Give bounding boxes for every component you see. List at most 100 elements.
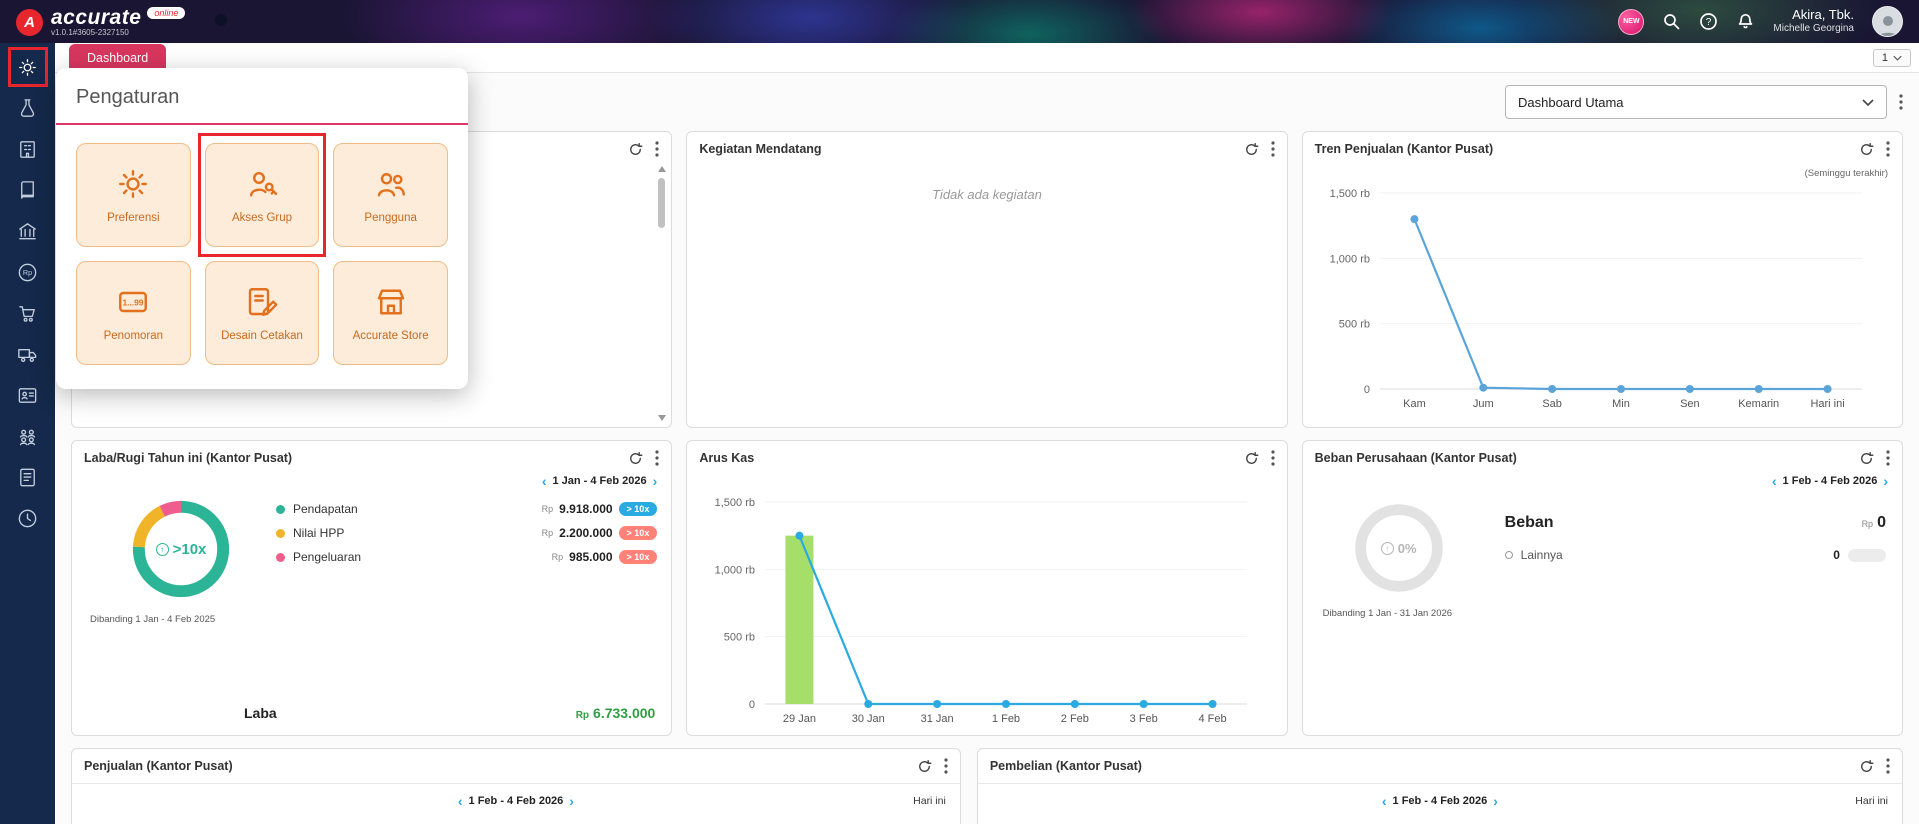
sidebar-item-company[interactable]: [16, 137, 40, 161]
scroll-down-arrow[interactable]: [658, 415, 667, 421]
cart-icon: [19, 305, 35, 322]
scroll-up-arrow[interactable]: [658, 166, 667, 172]
svg-text:0: 0: [749, 699, 755, 711]
kebab-icon[interactable]: [655, 141, 659, 157]
beban-heading: Beban: [1504, 514, 1554, 531]
prev-period-chevron[interactable]: ‹: [1382, 794, 1387, 808]
sidebar-item-assets[interactable]: [16, 219, 40, 243]
refresh-icon[interactable]: [628, 142, 643, 157]
pengaturan-popup: Pengaturan Preferensi Akses Grup Penggun…: [56, 68, 468, 389]
legend-value: 2.200.000: [559, 526, 613, 540]
svg-text:?: ?: [1706, 17, 1712, 28]
kebab-icon[interactable]: [1271, 450, 1275, 466]
kebab-icon[interactable]: [1271, 141, 1275, 157]
kebab-icon[interactable]: [944, 758, 948, 774]
notifications-bell-icon[interactable]: [1736, 12, 1755, 31]
currency-prefix: Rp: [541, 504, 554, 514]
widget-scrollbar: [656, 166, 668, 421]
ratio-badge[interactable]: > 10x: [618, 502, 658, 516]
sidebar-item-settings[interactable]: [7, 47, 48, 87]
svg-text:Jum: Jum: [1473, 398, 1494, 410]
widget-tren-penjualan: Tren Penjualan (Kantor Pusat) (Seminggu …: [1301, 131, 1903, 428]
trend-icon: ↑: [1380, 541, 1394, 555]
settings-menu-penomoran[interactable]: 1...99 Penomoran: [76, 261, 191, 365]
svg-text:1,000 rb: 1,000 rb: [715, 564, 755, 576]
settings-menu-pengguna[interactable]: Pengguna: [333, 143, 448, 247]
help-icon[interactable]: ?: [1699, 12, 1718, 31]
date-range: ‹ 1 Feb - 4 Feb 2026 ›: [1382, 794, 1498, 808]
next-period-chevron[interactable]: ›: [1493, 794, 1498, 808]
currency-icon: Rp: [18, 263, 37, 281]
refresh-icon[interactable]: [1859, 451, 1874, 466]
dashboard-kebab-icon[interactable]: [1899, 94, 1903, 110]
search-icon[interactable]: [1662, 12, 1681, 31]
prev-period-chevron[interactable]: ‹: [1772, 474, 1777, 488]
accurate-logo[interactable]: A: [16, 9, 43, 36]
next-period-chevron[interactable]: ›: [1883, 474, 1888, 488]
ratio-badge[interactable]: > 10x: [618, 550, 658, 564]
settings-menu-desain-cetakan[interactable]: Desain Cetakan: [204, 261, 320, 365]
sidebar: Rp: [0, 43, 55, 824]
next-period-chevron[interactable]: ›: [569, 794, 574, 808]
total-label: Laba: [244, 705, 277, 721]
sidebar-item-delivery[interactable]: [16, 342, 40, 366]
topbar: A accurate online v1.0.1#3605-2327150 NE…: [0, 0, 1919, 43]
chevron-down-icon: [1862, 98, 1874, 106]
trend-up-icon: ↑: [155, 542, 169, 556]
svg-text:Kemarin: Kemarin: [1739, 398, 1780, 410]
users-icon: [377, 173, 405, 197]
kebab-icon[interactable]: [1886, 450, 1890, 466]
svg-text:1,500 rb: 1,500 rb: [1330, 188, 1370, 200]
widget-title: Tren Penjualan (Kantor Pusat): [1314, 142, 1494, 156]
tile-label: Accurate Store: [352, 330, 429, 342]
whats-new-icon[interactable]: NEW: [1618, 8, 1645, 35]
settings-menu-akses-grup[interactable]: Akses Grup: [204, 143, 320, 247]
sidebar-item-ledger[interactable]: [16, 178, 40, 202]
sidebar-item-cash[interactable]: Rp: [16, 260, 40, 284]
svg-text:30 Jan: 30 Jan: [852, 713, 885, 725]
prev-period-chevron[interactable]: ‹: [458, 794, 463, 808]
sidebar-item-products[interactable]: [16, 96, 40, 120]
sidebar-item-contacts[interactable]: [16, 383, 40, 407]
sidebar-item-history[interactable]: [16, 506, 40, 530]
svg-text:29 Jan: 29 Jan: [783, 713, 816, 725]
legend-dot: [276, 528, 285, 538]
numbering-icon: 1...99: [119, 291, 148, 313]
gear-icon: [119, 170, 148, 198]
sidebar-item-employees[interactable]: [16, 424, 40, 448]
kebab-icon[interactable]: [1886, 758, 1890, 774]
compare-period-label: Dibanding 1 Jan - 31 Jan 2026: [1322, 608, 1453, 619]
dashboard-selector[interactable]: Dashboard Utama: [1505, 85, 1887, 119]
legend-dot: [1504, 551, 1513, 559]
tab-count-control[interactable]: 1: [1872, 48, 1911, 67]
refresh-icon[interactable]: [628, 451, 643, 466]
refresh-icon[interactable]: [1244, 451, 1259, 466]
refresh-icon[interactable]: [917, 759, 932, 774]
next-period-chevron[interactable]: ›: [653, 474, 658, 488]
period-preset-label: Hari ini: [1855, 795, 1888, 807]
compare-period-label: Dibanding 1 Jan - 4 Feb 2025: [90, 614, 216, 625]
tile-label: Desain Cetakan: [221, 330, 303, 342]
kebab-icon[interactable]: [655, 450, 659, 466]
settings-menu-accurate-store[interactable]: Accurate Store: [333, 261, 448, 365]
scroll-thumb[interactable]: [658, 178, 666, 228]
ratio-badge[interactable]: > 10x: [618, 526, 658, 540]
avatar[interactable]: [1872, 6, 1903, 37]
kebab-icon[interactable]: [1886, 141, 1890, 157]
chevron-down-icon: [1893, 55, 1902, 61]
user-block: Akira, Tbk. Michelle Georgina: [1773, 7, 1854, 36]
date-range: ‹ 1 Feb - 4 Feb 2026 ›: [458, 794, 574, 808]
svg-text:Sab: Sab: [1543, 398, 1563, 410]
settings-menu-preferensi[interactable]: Preferensi: [76, 143, 191, 247]
user-name: Michelle Georgina: [1773, 23, 1854, 35]
arus-kas-chart: 0 500 rb 1,000 rb 1,500 rb 29 Jan 30 Jan 31 Ja…: [715, 497, 1247, 725]
sidebar-item-purchases[interactable]: [16, 301, 40, 325]
sidebar-item-reports[interactable]: [16, 465, 40, 489]
currency-prefix: Rp: [551, 552, 564, 562]
refresh-icon[interactable]: [1859, 759, 1874, 774]
id-card-icon: [18, 387, 37, 403]
refresh-icon[interactable]: [1859, 142, 1874, 157]
brand-name: accurate: [51, 6, 142, 29]
prev-period-chevron[interactable]: ‹: [542, 474, 547, 488]
refresh-icon[interactable]: [1244, 142, 1259, 157]
